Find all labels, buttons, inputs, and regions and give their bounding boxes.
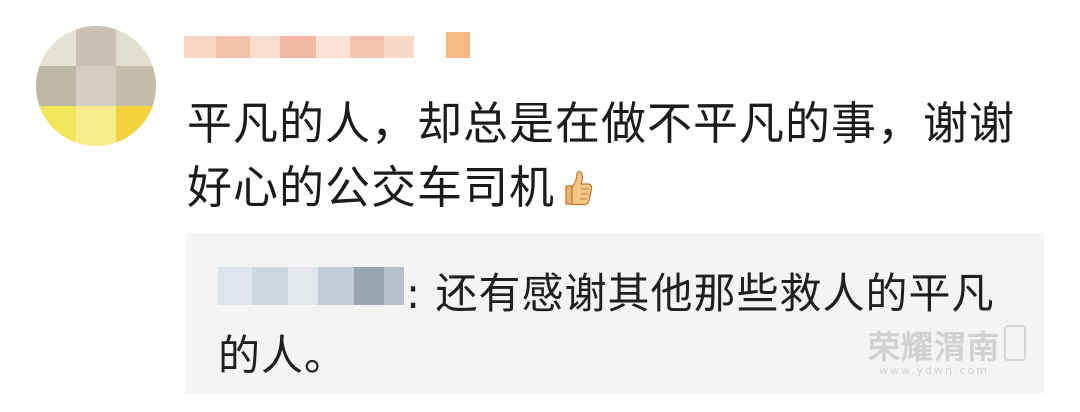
thumbs-up-icon	[559, 162, 593, 206]
avatar[interactable]	[36, 26, 156, 146]
comment-username[interactable]	[184, 28, 484, 68]
watermark-url: www.ydwn.com	[879, 364, 989, 377]
watermark: 荣耀渭南 www.ydwn.com	[868, 329, 1000, 377]
watermark-main: 荣耀渭南	[867, 328, 1000, 366]
reply-box[interactable]: : 还有感谢其他那些救人的平凡的人。 荣耀渭南 www.ydwn.com	[186, 233, 1044, 393]
comment-body: 平凡的人，却总是在做不平凡的事，谢谢好心的公交车司机	[187, 97, 1016, 214]
watermark-badge-icon	[1004, 325, 1026, 361]
comment-text: 平凡的人，却总是在做不平凡的事，谢谢好心的公交车司机	[187, 92, 1057, 220]
